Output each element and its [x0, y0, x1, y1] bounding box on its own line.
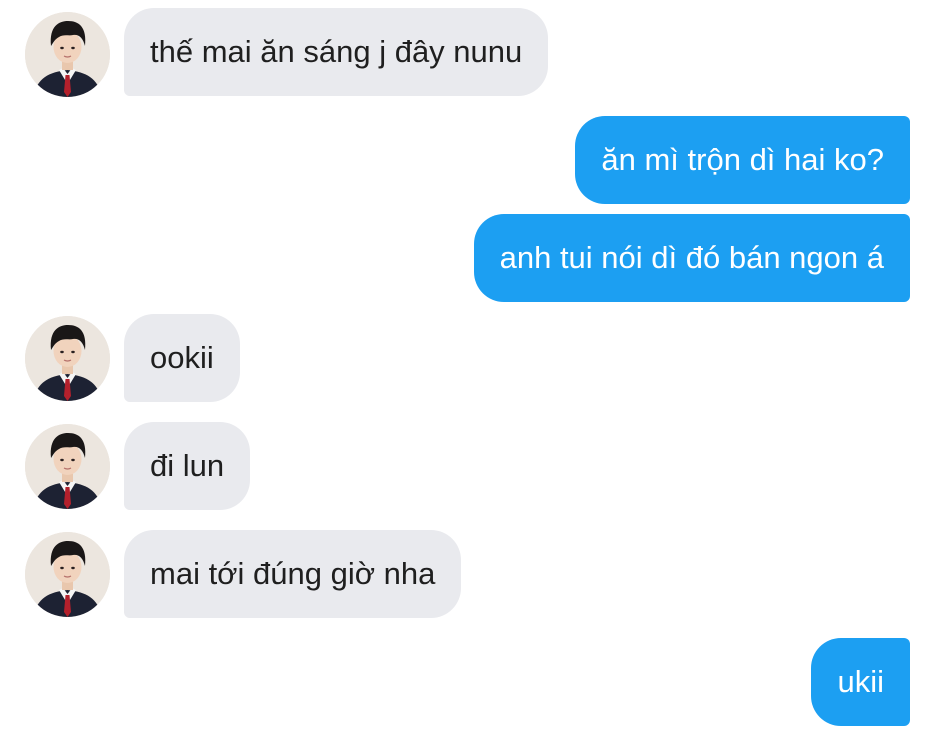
message-bubble-incoming[interactable]: đi lun — [124, 422, 251, 510]
contact-avatar[interactable] — [25, 316, 110, 401]
contact-avatar[interactable] — [25, 12, 110, 97]
message-bubble-incoming[interactable]: thế mai ăn sáng j đây nunu — [124, 8, 549, 96]
contact-avatar[interactable] — [25, 424, 110, 509]
contact-photo-icon — [25, 316, 110, 401]
contact-avatar[interactable] — [25, 532, 110, 617]
contact-photo-icon — [25, 12, 110, 97]
message-bubble-incoming[interactable]: mai tới đúng giờ nha — [124, 530, 462, 618]
message-bubble-outgoing[interactable]: ukii — [811, 638, 910, 726]
message-bubble-outgoing[interactable]: anh tui nói dì đó bán ngon á — [473, 214, 910, 302]
message-bubble-outgoing[interactable]: ăn mì trộn dì hai ko? — [575, 116, 910, 204]
contact-photo-icon — [25, 424, 110, 509]
chat-thread: thế mai ăn sáng j đây nunu ăn mì trộn dì… — [0, 0, 939, 751]
message-bubble-incoming[interactable]: ookii — [124, 314, 240, 402]
contact-photo-icon — [25, 532, 110, 617]
